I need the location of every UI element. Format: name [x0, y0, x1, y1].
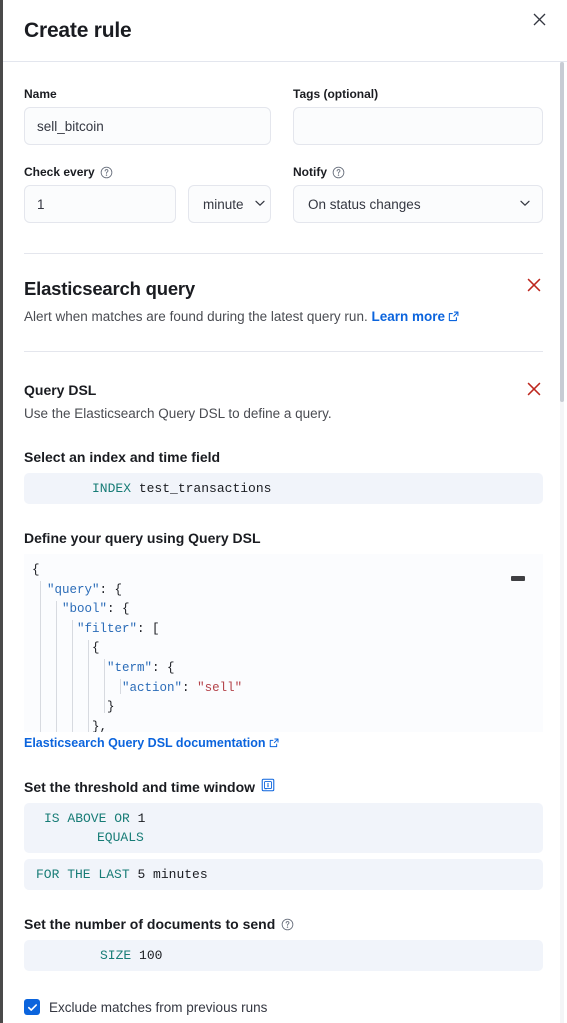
threshold-heading: Set the threshold and time window: [24, 779, 255, 795]
name-input[interactable]: sell_bitcoin: [24, 107, 271, 145]
exclude-previous-runs-row[interactable]: Exclude matches from previous runs: [24, 999, 543, 1015]
rule-type-description: Alert when matches are found during the …: [24, 307, 543, 327]
notify-select[interactable]: On status changes: [293, 185, 543, 223]
rule-details-form: Name sell_bitcoin Tags (optional) Check …: [24, 62, 543, 223]
editor-line: {: [24, 639, 543, 659]
editor-line: "term": {: [24, 659, 543, 679]
close-flyout-button[interactable]: [527, 7, 551, 31]
notify-value: On status changes: [308, 197, 421, 212]
check-every-group: Check every 1 minute: [24, 163, 271, 223]
notify-group: Notify On status changes: [293, 163, 543, 223]
check-interval-unit-select[interactable]: minute: [188, 185, 271, 223]
tags-field-group: Tags (optional): [293, 85, 543, 145]
query-dsl-documentation-link[interactable]: Elasticsearch Query DSL documentation: [24, 736, 279, 751]
editor-line: "action": "sell": [24, 679, 543, 699]
editor-line: "bool": {: [24, 600, 543, 620]
threshold-value: 1: [138, 811, 146, 826]
chevron-down-icon: [519, 197, 531, 212]
threshold-comparator-line1: IS ABOVE OR: [44, 811, 130, 826]
size-heading: Set the number of documents to send: [24, 916, 275, 932]
notify-label: Notify: [293, 163, 543, 181]
query-dsl-title: Query DSL: [24, 380, 543, 400]
query-dsl-section: Query DSL Use the Elasticsearch Query DS…: [24, 352, 543, 1023]
timewindow-expression-row[interactable]: FOR THE LAST 5 minutes: [24, 859, 543, 890]
learn-more-link[interactable]: Learn more: [371, 309, 459, 324]
remove-query-dsl-button[interactable]: [527, 382, 543, 398]
check-interval-input[interactable]: 1: [24, 185, 176, 223]
editor-line-container: { "query": { "bool": { "filter": [ { "te…: [24, 561, 543, 732]
rule-type-section: Elasticsearch query Alert when matches a…: [24, 254, 543, 327]
threshold-heading-row: Set the threshold and time window: [24, 778, 543, 795]
external-link-icon: [448, 310, 459, 325]
tags-input[interactable]: [293, 107, 543, 145]
info-popover-icon[interactable]: [261, 778, 275, 795]
editor-line: },: [24, 718, 543, 732]
query-dsl-description: Use the Elasticsearch Query DSL to defin…: [24, 404, 543, 423]
scrollbar-thumb[interactable]: [560, 62, 564, 402]
size-expression-row[interactable]: SIZE 100: [24, 940, 543, 971]
question-in-circle-icon[interactable]: [100, 166, 113, 179]
size-value: 100: [139, 948, 162, 963]
query-dsl-code-editor[interactable]: { "query": { "bool": { "filter": [ { "te…: [24, 554, 543, 732]
check-interval-unit-value: minute: [203, 197, 244, 212]
query-dsl-documentation-label: Elasticsearch Query DSL documentation: [24, 736, 266, 750]
page-title: Create rule: [24, 19, 132, 43]
question-in-circle-icon[interactable]: [281, 918, 294, 931]
external-link-icon: [269, 737, 279, 751]
chevron-down-icon: [254, 197, 266, 212]
name-field-group: Name sell_bitcoin: [24, 85, 271, 145]
timewindow-value: 5 minutes: [137, 867, 207, 882]
rule-type-title: Elasticsearch query: [24, 276, 543, 302]
index-heading: Select an index and time field: [24, 449, 543, 465]
learn-more-label: Learn more: [371, 309, 445, 324]
check-every-controls: 1 minute: [24, 185, 271, 223]
index-value: test_transactions: [139, 481, 272, 496]
threshold-expression-row[interactable]: IS ABOVE OR 1 EQUALS: [24, 803, 543, 853]
form-row-spacer: [24, 145, 543, 163]
exclude-previous-runs-checkbox[interactable]: [24, 999, 40, 1015]
editor-line: "query": {: [24, 581, 543, 601]
define-query-heading: Define your query using Query DSL: [24, 530, 543, 546]
question-in-circle-icon[interactable]: [332, 166, 345, 179]
exclude-previous-runs-label: Exclude matches from previous runs: [49, 1000, 267, 1015]
name-label: Name: [24, 85, 271, 103]
minimize-icon[interactable]: [511, 576, 525, 581]
editor-line: }: [24, 698, 543, 718]
tags-label: Tags (optional): [293, 85, 543, 103]
rule-type-description-text: Alert when matches are found during the …: [24, 309, 368, 324]
flyout-body: Name sell_bitcoin Tags (optional) Check …: [0, 62, 567, 1023]
timewindow-keyword: FOR THE LAST: [36, 867, 130, 882]
editor-line: {: [24, 561, 543, 581]
remove-rule-type-button[interactable]: [527, 278, 543, 294]
threshold-comparator-line2: EQUALS: [44, 828, 533, 847]
size-keyword: SIZE: [100, 948, 131, 963]
viewport-left-edge: [0, 0, 3, 1023]
editor-line: "filter": [: [24, 620, 543, 640]
index-keyword: INDEX: [92, 481, 131, 496]
flyout-header: Create rule: [0, 0, 567, 62]
size-heading-row: Set the number of documents to send: [24, 916, 543, 932]
index-expression-row[interactable]: INDEX test_transactions: [24, 473, 543, 504]
check-every-label: Check every: [24, 163, 271, 181]
close-icon: [533, 13, 546, 26]
